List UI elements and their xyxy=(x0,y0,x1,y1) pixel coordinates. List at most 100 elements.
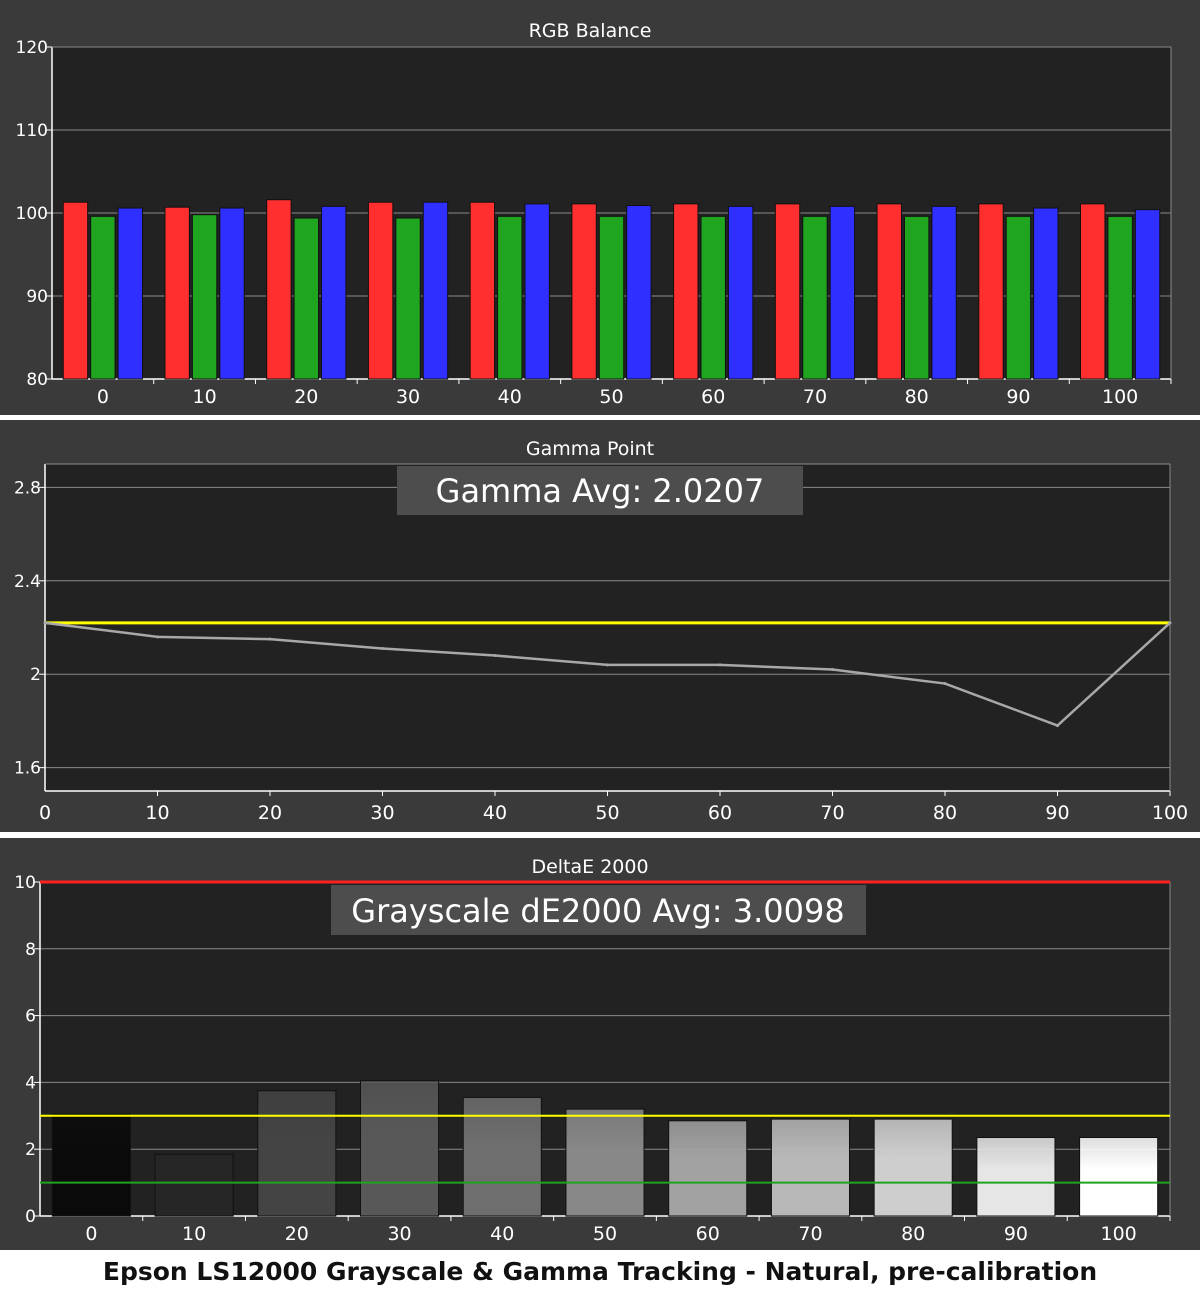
x-tick-label: 40 xyxy=(483,802,507,824)
x-tick-label: 0 xyxy=(97,386,109,408)
x-tick-label: 10 xyxy=(182,1223,206,1245)
delta-avg-annotation: Grayscale dE2000 Avg: 3.0098 xyxy=(351,892,844,930)
bar-green-0 xyxy=(90,215,116,380)
gamma-point-10 xyxy=(156,635,159,639)
x-tick-label: 30 xyxy=(396,386,420,408)
bar-blue-30 xyxy=(422,201,449,380)
bar-red-40 xyxy=(469,201,496,380)
x-tick-label: 30 xyxy=(387,1223,411,1245)
x-tick-label: 100 xyxy=(1102,386,1138,408)
gamma-point-100 xyxy=(1168,621,1172,625)
y-tick-label: 100 xyxy=(16,204,48,224)
y-tick-label: 80 xyxy=(26,370,48,390)
gamma-point-0 xyxy=(43,621,47,625)
gamma-point-30 xyxy=(381,647,384,651)
bar-red-70 xyxy=(774,203,801,380)
figure-caption: Epson LS12000 Grayscale & Gamma Tracking… xyxy=(0,1252,1200,1291)
bar-delta-10 xyxy=(154,1153,234,1217)
x-tick-label: 0 xyxy=(85,1223,97,1245)
bar-blue-50 xyxy=(626,205,652,380)
x-tick-label: 50 xyxy=(593,1223,617,1245)
bar-delta-30 xyxy=(360,1080,440,1217)
bar-green-100 xyxy=(1107,215,1133,380)
bar-blue-40 xyxy=(524,203,550,380)
y-tick-label: 4 xyxy=(25,1073,36,1093)
y-tick-label: 2.4 xyxy=(14,572,41,592)
bar-delta-50 xyxy=(565,1108,645,1217)
bar-blue-20 xyxy=(321,205,347,380)
bar-delta-80 xyxy=(873,1118,953,1217)
bar-red-60 xyxy=(673,203,699,380)
bar-red-100 xyxy=(1080,203,1106,380)
x-tick-label: 70 xyxy=(820,802,844,824)
y-tick-label: 2 xyxy=(25,1140,36,1160)
bar-red-30 xyxy=(367,201,394,380)
bar-red-80 xyxy=(876,203,902,380)
deltae-panel: DeltaE 2000 0 2 4 6 8 10 0 10 20 30 40 50 60 70 80 90 100… xyxy=(0,838,1200,1250)
bar-delta-90 xyxy=(976,1137,1056,1217)
bar-green-10 xyxy=(191,214,218,380)
bar-delta-100 xyxy=(1079,1137,1159,1217)
x-tick-label: 40 xyxy=(490,1223,514,1245)
x-tick-label: 70 xyxy=(803,386,827,408)
x-tick-label: 30 xyxy=(370,802,394,824)
chart-title: RGB Balance xyxy=(529,20,652,42)
rgb-balance-chart: RGB Balance 80 90 100 110 120 0 10 20 30 40 50 60 70 8… xyxy=(16,20,1172,408)
gamma-point-chart: Gamma Point 1.6 2 2.4 2.8 0 10 20 30 40 50 60 70 80 90… xyxy=(14,438,1188,824)
x-tick-label: 80 xyxy=(905,386,929,408)
gamma-point-80 xyxy=(943,682,947,686)
bar-red-0 xyxy=(62,201,89,380)
x-tick-label: 0 xyxy=(39,802,51,824)
gamma-point-60 xyxy=(718,663,722,667)
y-tick-label: 90 xyxy=(26,287,48,307)
bar-red-10 xyxy=(164,206,190,380)
y-tick-label: 120 xyxy=(16,38,48,58)
gamma-point-40 xyxy=(493,654,497,658)
chart-title: Gamma Point xyxy=(526,438,654,460)
x-tick-label: 100 xyxy=(1101,1223,1137,1245)
bar-green-70 xyxy=(802,215,828,380)
x-tick-label: 50 xyxy=(599,386,623,408)
bar-blue-90 xyxy=(1033,207,1059,380)
chart-title: DeltaE 2000 xyxy=(531,856,648,878)
gamma-point-50 xyxy=(606,663,609,667)
rgb-balance-panel: RGB Balance 80 90 100 110 120 0 10 20 30 40 50 60 70 8… xyxy=(0,0,1200,415)
x-tick-label: 50 xyxy=(595,802,619,824)
bar-green-20 xyxy=(293,217,320,380)
x-tick-label: 90 xyxy=(1004,1223,1028,1245)
bar-blue-80 xyxy=(931,205,957,380)
x-tick-label: 20 xyxy=(285,1223,309,1245)
x-tick-label: 60 xyxy=(701,386,725,408)
x-tick-label: 60 xyxy=(696,1223,720,1245)
bar-blue-100 xyxy=(1134,209,1161,380)
bar-delta-0 xyxy=(51,1113,131,1217)
y-tick-label: 0 xyxy=(25,1207,36,1227)
x-tick-label: 90 xyxy=(1006,386,1030,408)
y-tick-label: 2.8 xyxy=(14,478,41,498)
x-tick-label: 40 xyxy=(498,386,522,408)
bar-blue-70 xyxy=(829,205,856,380)
x-tick-label: 80 xyxy=(933,802,957,824)
y-tick-label: 6 xyxy=(25,1007,36,1027)
bar-green-80 xyxy=(903,215,930,380)
y-tick-label: 10 xyxy=(14,873,36,893)
bar-blue-10 xyxy=(219,207,245,380)
bar-green-90 xyxy=(1005,215,1032,380)
gamma-point-90 xyxy=(1056,724,1059,728)
x-tick-label: 60 xyxy=(708,802,732,824)
x-tick-label: 100 xyxy=(1152,802,1188,824)
bar-delta-70 xyxy=(770,1118,850,1217)
y-tick-label: 8 xyxy=(25,940,36,960)
bar-green-30 xyxy=(395,217,421,380)
bar-blue-0 xyxy=(117,207,143,380)
x-tick-label: 20 xyxy=(294,386,318,408)
x-tick-label: 10 xyxy=(192,386,216,408)
y-tick-label: 1.6 xyxy=(14,759,41,779)
gamma-avg-annotation: Gamma Avg: 2.0207 xyxy=(436,472,765,510)
x-tick-label: 70 xyxy=(798,1223,822,1245)
bar-red-90 xyxy=(978,203,1004,380)
gamma-point-70 xyxy=(831,668,834,672)
x-tick-label: 10 xyxy=(145,802,169,824)
bar-green-50 xyxy=(598,215,625,380)
gamma-point-panel: Gamma Point 1.6 2 2.4 2.8 0 10 20 30 40 50 60 70 80 90… xyxy=(0,420,1200,832)
